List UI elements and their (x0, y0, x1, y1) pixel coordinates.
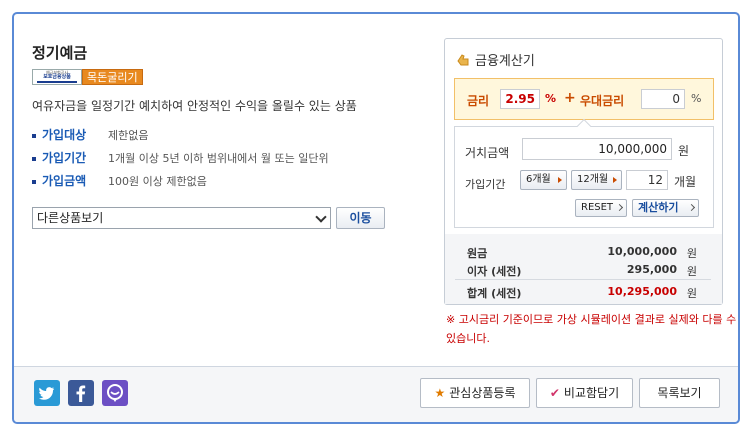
check-icon: ✔ (549, 386, 560, 400)
period-12-months-button[interactable]: 12개월 (571, 170, 622, 190)
info-row-target: 가입대상 제한없음 (32, 126, 412, 143)
product-content: 정기예금 예금보험공사 보호금융상품 목돈굴리기 여유자금을 일정기간 예치하여… (14, 14, 738, 366)
chevron-down-icon (315, 211, 327, 223)
bullet-icon (32, 179, 36, 184)
rate-panel: 금리 2.95 % + 우대금리 0 % (454, 78, 714, 120)
calculate-button[interactable]: 계산하기 (632, 199, 699, 217)
calc-results: 원금 10,000,000 원 이자 (세전) 295,000 원 합계 (세전… (445, 234, 722, 304)
star-icon: ★ (434, 386, 446, 400)
info-row-amount: 가입금액 100원 이상 제한없음 (32, 172, 412, 189)
info-row-period: 가입기간 1개월 이상 5년 이하 범위내에서 월 또는 일단위 (32, 149, 412, 166)
twitter-icon (39, 387, 54, 400)
chevron-right-icon (687, 203, 696, 212)
product-description: 여유자금을 일정기간 예치하여 안정적인 수익을 올릴수 있는 상품 (32, 99, 357, 113)
rate-input[interactable]: 2.95 (500, 89, 540, 109)
divider (455, 279, 711, 280)
plus-icon: + (564, 90, 576, 106)
add-favorite-button[interactable]: ★ 관심상품등록 (420, 378, 530, 408)
list-button[interactable]: 목록보기 (639, 378, 720, 408)
deposit-insurance-logo: 예금보험공사 보호금융상품 (32, 69, 82, 85)
facebook-icon (76, 385, 86, 402)
pointer-caret (576, 118, 592, 134)
calculator-hand-icon (457, 53, 469, 65)
period-6-months-button[interactable]: 6개월 (520, 170, 567, 190)
kakaostory-share-button[interactable] (102, 380, 128, 406)
add-compare-button[interactable]: ✔ 비교함담기 (536, 378, 633, 408)
calc-input-panel: 거치금액 10,000,000 원 가입기간 6개월 12개월 12 개월 RE… (454, 118, 714, 228)
simulation-notice: ※ 고시금리 기준이므로 가상 시뮬레이션 결과로 실제와 다를 수 있습니다. (446, 313, 737, 345)
reset-button[interactable]: RESET (575, 199, 627, 217)
twitter-share-button[interactable] (34, 380, 60, 406)
facebook-share-button[interactable] (68, 380, 94, 406)
product-badges: 예금보험공사 보호금융상품 목돈굴리기 (32, 69, 143, 85)
move-button[interactable]: 이동 (336, 207, 385, 229)
page-title: 정기예금 (32, 44, 88, 62)
chevron-right-icon (615, 203, 624, 212)
arrow-right-icon (613, 177, 617, 183)
product-panel: 정기예금 예금보험공사 보호금융상품 목돈굴리기 여유자금을 일정기간 예치하여… (12, 12, 740, 424)
category-badge: 목돈굴리기 (82, 69, 143, 85)
bonus-rate-input[interactable]: 0 (641, 89, 685, 109)
bullet-icon (32, 133, 36, 138)
calculator-header: 금융계산기 (455, 50, 535, 69)
bullet-icon (32, 156, 36, 161)
financial-calculator: 금융계산기 금리 2.95 % + 우대금리 0 % 거치금액 10,000,0… (444, 38, 723, 305)
other-products-select[interactable]: 다른상품보기 (32, 207, 331, 229)
arrow-right-icon (558, 177, 562, 183)
period-input[interactable]: 12 (626, 170, 668, 190)
amount-input[interactable]: 10,000,000 (522, 138, 672, 160)
kakaostory-icon (107, 384, 123, 402)
